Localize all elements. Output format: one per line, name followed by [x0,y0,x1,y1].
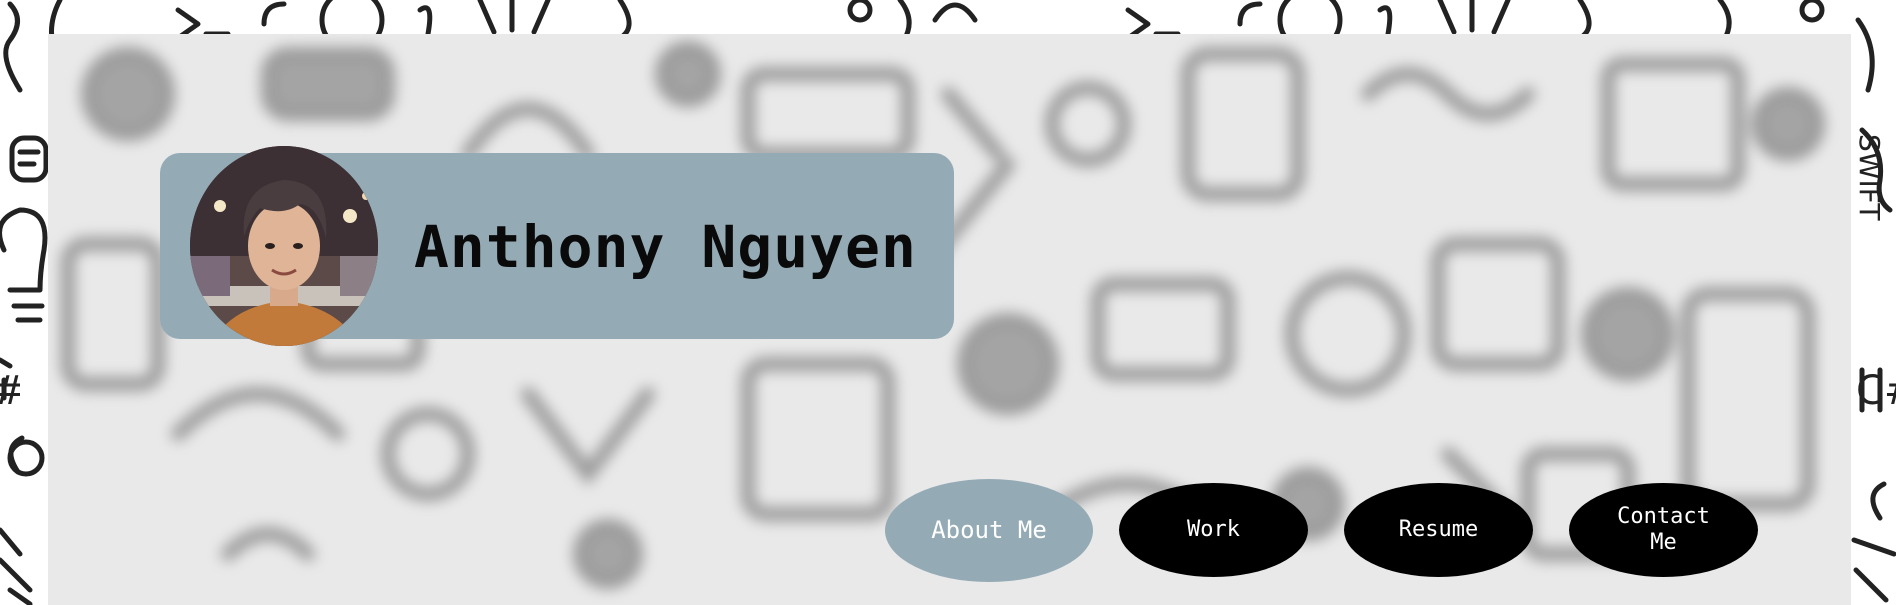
nav-resume-label: Resume [1398,516,1479,542]
svg-text:SWIFT: SWIFT [1853,134,1886,221]
nav-work-label: Work [1187,516,1240,542]
nav-work-button[interactable]: Work [1119,483,1308,577]
svg-text:#: # [0,368,20,414]
swift-text-decoration: SWIFT [1853,134,1886,221]
nav-contact-me-label: Contact Me [1617,503,1710,555]
nav-resume-button[interactable]: Resume [1344,483,1533,577]
hash-text-decoration: # [0,368,20,414]
profile-photo-icon [190,146,378,346]
svg-text:C#: C# [1856,368,1896,414]
avatar [190,146,378,346]
nav-contact-me-button[interactable]: Contact Me [1569,483,1758,577]
header-card: Anthony Nguyen [160,146,954,346]
nav-about-me-button[interactable]: About Me [885,479,1093,582]
nav-about-me-label: About Me [931,516,1047,545]
csharp-text-decoration: C# [1856,368,1896,414]
page-title: Anthony Nguyen [414,213,917,281]
page: SWIFT C# # [0,0,1896,605]
